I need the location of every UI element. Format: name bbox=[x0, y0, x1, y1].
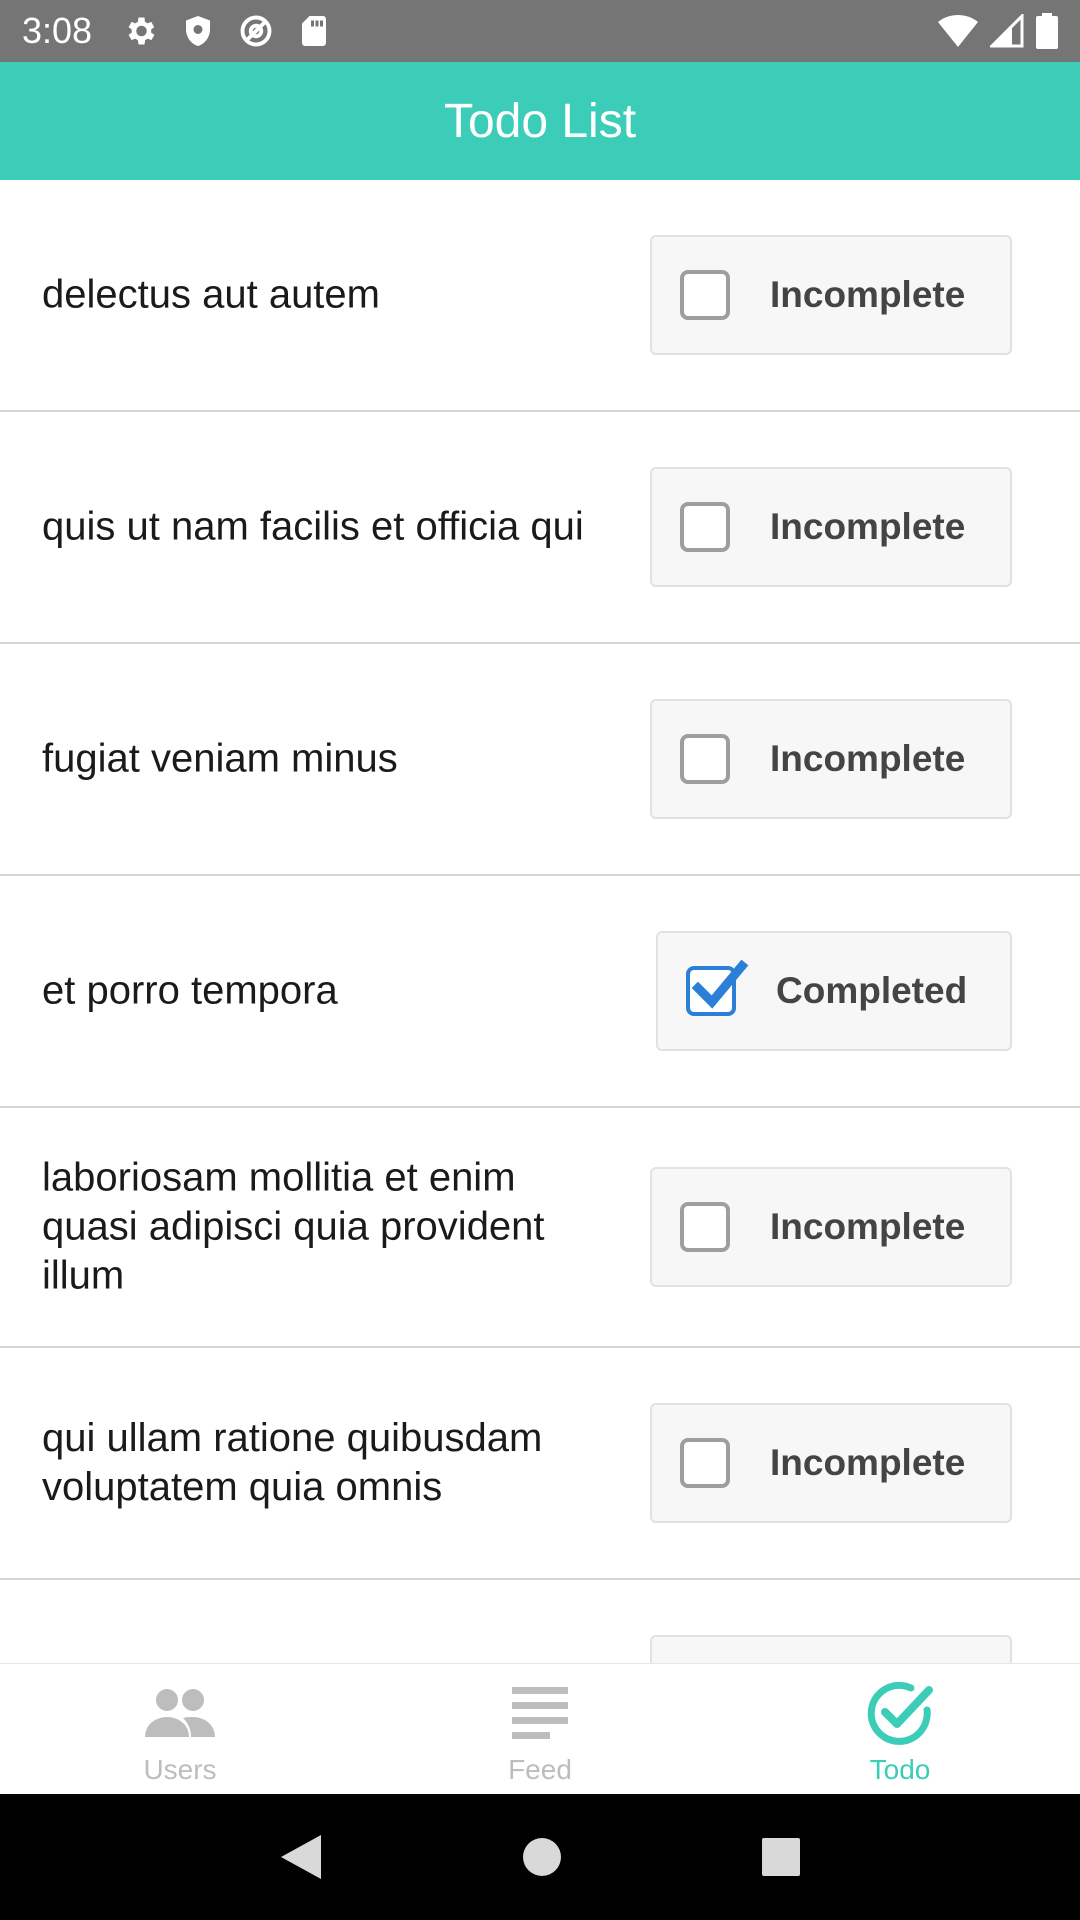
checkbox-unchecked-icon bbox=[680, 1202, 730, 1252]
page-title: Todo List bbox=[443, 94, 637, 148]
status-icons-left bbox=[122, 13, 332, 49]
nav-label: Users bbox=[143, 1754, 217, 1785]
todo-title: et porro tempora bbox=[42, 968, 338, 1013]
todo-status-label: Incomplete bbox=[770, 506, 966, 547]
todo-row: delectus aut autem Incomplete bbox=[0, 180, 1080, 412]
todo-title: delectus aut autem bbox=[42, 272, 380, 317]
shield-icon bbox=[180, 13, 216, 49]
todo-title: quis ut nam facilis et officia qui bbox=[42, 504, 584, 549]
recents-icon[interactable] bbox=[761, 1837, 801, 1877]
nav-label: Todo bbox=[869, 1754, 931, 1785]
todo-status-label: Incomplete bbox=[770, 1206, 966, 1247]
todo-status-toggle[interactable]: Incomplete bbox=[650, 1167, 1012, 1287]
nav-item-feed[interactable]: Feed bbox=[360, 1664, 720, 1795]
todo-row: fugiat veniam minus Incomplete bbox=[0, 644, 1080, 876]
checkbox-checked-icon bbox=[686, 959, 749, 1016]
todo-status-label: Incomplete bbox=[770, 1442, 966, 1483]
home-icon[interactable] bbox=[522, 1837, 562, 1877]
wifi-icon bbox=[938, 14, 978, 48]
todo-status-label: Incomplete bbox=[770, 738, 966, 779]
feed-icon bbox=[500, 1678, 580, 1748]
todo-row: qui ullam ratione quibusdam voluptatem q… bbox=[0, 1348, 1080, 1580]
nav-item-todo[interactable]: Todo bbox=[720, 1664, 1080, 1795]
app-bar: Todo List bbox=[0, 62, 1080, 180]
cell-signal-icon bbox=[990, 14, 1024, 48]
todo-row: et porro tempora Completed bbox=[0, 876, 1080, 1108]
nav-item-users[interactable]: Users bbox=[0, 1664, 360, 1795]
todo-list[interactable]: delectus aut autem Incomplete quis ut na… bbox=[0, 180, 1080, 1663]
todo-status-toggle[interactable]: Incomplete bbox=[650, 699, 1012, 819]
todo-row: quis ut nam facilis et officia qui Incom… bbox=[0, 412, 1080, 644]
status-bar: 3:08 bbox=[0, 0, 1080, 62]
todo-status-toggle[interactable]: Incomplete bbox=[650, 235, 1012, 355]
back-icon[interactable] bbox=[279, 1833, 323, 1881]
todo-status-toggle[interactable] bbox=[650, 1635, 1012, 1663]
checkbox-unchecked-icon bbox=[680, 1438, 730, 1488]
battery-icon bbox=[1036, 13, 1058, 49]
users-icon bbox=[140, 1678, 220, 1748]
nav-label: Feed bbox=[508, 1754, 572, 1785]
todo-status-toggle[interactable]: Incomplete bbox=[650, 467, 1012, 587]
system-nav-bar bbox=[0, 1794, 1080, 1920]
todo-title: laboriosam mollitia et enim quasi adipis… bbox=[42, 1155, 545, 1298]
todo-status-label: Completed bbox=[776, 970, 968, 1011]
checkbox-unchecked-icon bbox=[680, 734, 730, 784]
todo-status-label: Incomplete bbox=[770, 274, 966, 315]
todo-row-partial bbox=[0, 1580, 1080, 1663]
todo-status-toggle[interactable]: Incomplete bbox=[650, 1403, 1012, 1523]
sd-card-icon bbox=[296, 13, 332, 49]
bottom-nav: Users Feed Todo bbox=[0, 1663, 1080, 1794]
todo-title: fugiat veniam minus bbox=[42, 736, 398, 781]
settings-icon bbox=[122, 13, 158, 49]
todo-status-toggle[interactable]: Completed bbox=[656, 931, 1012, 1051]
todo-check-icon bbox=[860, 1678, 940, 1748]
todo-title: qui ullam ratione quibusdam voluptatem q… bbox=[42, 1416, 543, 1509]
checkbox-unchecked-icon bbox=[680, 502, 730, 552]
todo-row: laboriosam mollitia et enim quasi adipis… bbox=[0, 1108, 1080, 1348]
screen: 3:08 Todo List delectus aut autem Incomp… bbox=[0, 0, 1080, 1920]
status-time: 3:08 bbox=[22, 10, 93, 51]
at-sign-icon bbox=[238, 13, 274, 49]
checkbox-unchecked-icon bbox=[680, 270, 730, 320]
status-icons-right bbox=[938, 13, 1058, 49]
